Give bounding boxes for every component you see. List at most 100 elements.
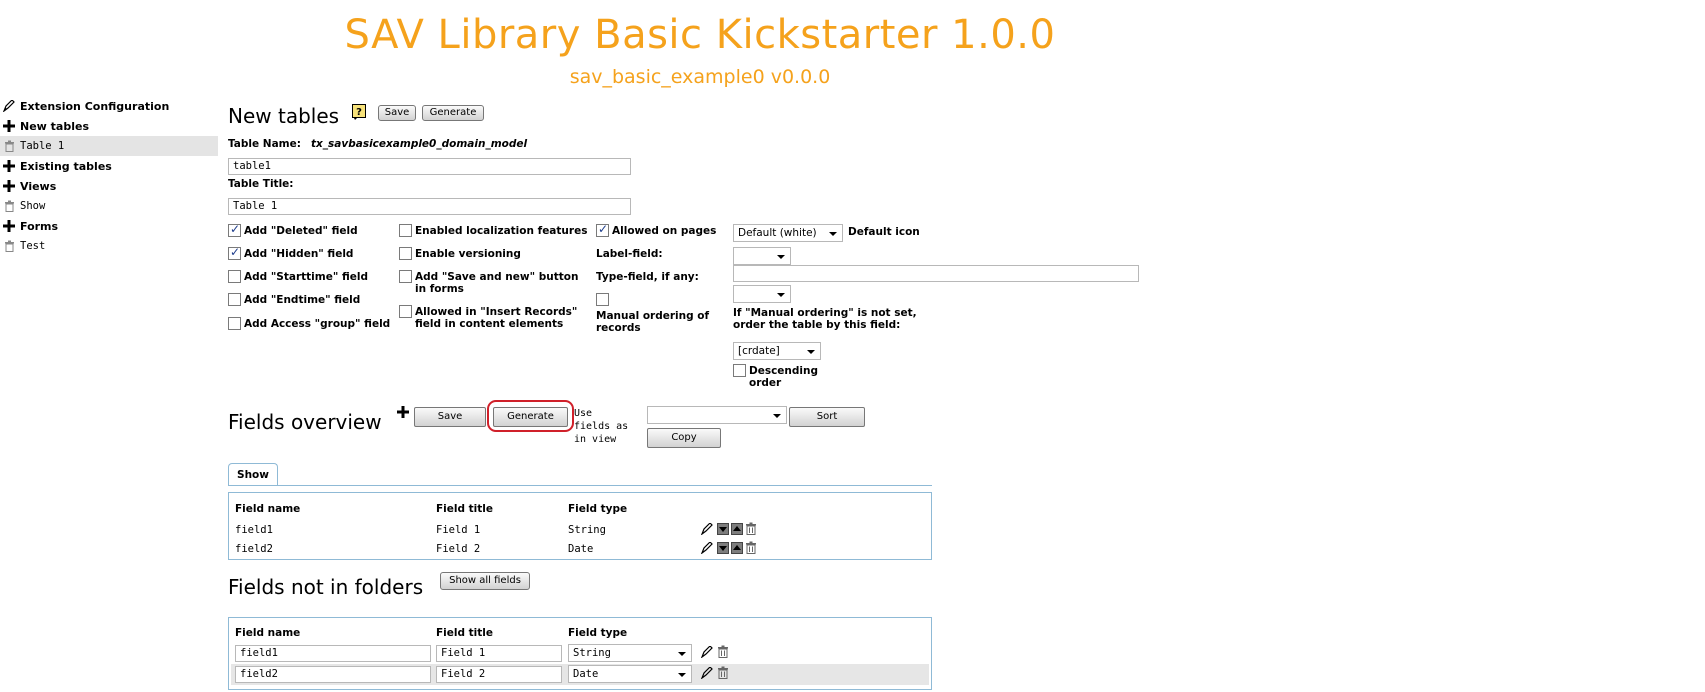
allowed-on-pages-checkbox[interactable] <box>596 222 609 237</box>
endtime-field-checkbox[interactable] <box>228 293 241 306</box>
edit-pen-icon[interactable] <box>700 541 713 555</box>
extension-title: sav_basic_example0 v0.0.0 <box>569 66 831 88</box>
table-name-input[interactable]: table1 <box>228 158 631 175</box>
plus-icon <box>2 159 16 173</box>
sidebar-item-label: Table 1 <box>20 140 65 152</box>
field-name-cell: field1 <box>235 524 273 536</box>
edit-pen-icon[interactable] <box>700 522 713 536</box>
hidden-field-checkbox[interactable] <box>228 245 241 260</box>
field-type-select[interactable]: Date <box>568 665 692 683</box>
deleted-field-label: Add "Deleted" field <box>244 225 358 237</box>
column-header-field-name: Field name <box>235 503 301 515</box>
versioning-label: Enable versioning <box>415 248 521 260</box>
generate-button[interactable]: Generate <box>422 105 484 121</box>
plus-icon <box>2 219 16 233</box>
plus-icon <box>2 179 16 193</box>
app-title: SAV Library Basic Kickstarter 1.0.0 <box>344 12 1056 58</box>
trash-icon <box>2 139 16 153</box>
help-icon[interactable]: ? <box>352 104 368 120</box>
order-field-select[interactable]: [crdate] <box>733 342 821 360</box>
sidebar-item-new-tables[interactable]: New tables <box>0 116 218 136</box>
hidden-field-label: Add "Hidden" field <box>244 248 354 260</box>
fields-generate-button[interactable]: Generate <box>493 407 568 427</box>
deleted-field-checkbox[interactable] <box>228 222 241 237</box>
default-icon-label: Default icon <box>848 226 920 238</box>
copy-button[interactable]: Copy <box>647 428 721 448</box>
sidebar-item-label: Extension Configuration <box>20 99 170 113</box>
move-down-icon[interactable] <box>717 523 729 535</box>
starttime-field-checkbox[interactable] <box>228 270 241 283</box>
sidebar-item-label: New tables <box>20 119 89 133</box>
table-title-input[interactable]: Table 1 <box>228 198 631 215</box>
table-name-label: Table Name: <box>228 138 301 150</box>
trash-icon[interactable] <box>745 522 757 535</box>
field-title-input[interactable]: Field 1 <box>436 645 562 662</box>
trash-icon[interactable] <box>717 666 729 679</box>
field-type-select[interactable]: String <box>568 644 692 662</box>
move-down-icon[interactable] <box>717 542 729 554</box>
trash-icon[interactable] <box>745 541 757 554</box>
field-name-input[interactable]: field1 <box>235 645 431 662</box>
add-field-plus-icon[interactable] <box>397 406 409 418</box>
fields-overview-table: Field name Field title Field type field1… <box>228 492 932 560</box>
field-name-cell: field2 <box>235 543 273 555</box>
type-field-input[interactable] <box>733 265 1139 282</box>
svg-text:?: ? <box>356 107 362 118</box>
use-fields-label: Use fields as in view <box>574 408 629 445</box>
descending-label: Descending order <box>749 365 819 389</box>
column-header-field-type: Field type <box>568 503 628 515</box>
move-up-icon[interactable] <box>731 542 743 554</box>
fields-save-button[interactable]: Save <box>414 407 486 427</box>
sidebar-item-forms[interactable]: Forms <box>0 216 218 236</box>
sidebar-item-label: Views <box>20 179 57 193</box>
field-title-cell: Field 2 <box>436 543 481 555</box>
sidebar-item-extension-configuration[interactable]: Extension Configuration <box>0 96 218 116</box>
label-field-select[interactable] <box>733 247 791 265</box>
fields-not-in-folders-table: Field name Field title Field type field1… <box>228 617 932 690</box>
localization-checkbox[interactable] <box>399 224 412 237</box>
trash-icon <box>2 199 16 213</box>
column-header-field-title: Field title <box>436 503 494 515</box>
sidebar-item-views[interactable]: Views <box>0 176 218 196</box>
fields-not-in-folders-heading: Fields not in folders <box>228 575 424 599</box>
tab-divider <box>228 485 932 486</box>
manual-ordering-checkbox[interactable] <box>596 293 609 306</box>
default-icon-select[interactable]: Default (white) <box>733 224 843 242</box>
sidebar-item-label: Test <box>20 240 46 252</box>
sidebar-item-show[interactable]: Show <box>0 196 218 216</box>
trash-icon <box>2 239 16 253</box>
insert-records-checkbox[interactable] <box>399 305 412 318</box>
field-name-input[interactable]: field2 <box>235 666 431 683</box>
column-header-field-title: Field title <box>436 627 494 639</box>
field-type-cell: Date <box>568 543 594 555</box>
versioning-checkbox[interactable] <box>399 247 412 260</box>
save-and-new-checkbox[interactable] <box>399 270 412 283</box>
tab-show[interactable]: Show <box>228 463 278 485</box>
edit-pen-icon[interactable] <box>700 666 713 680</box>
trash-icon[interactable] <box>717 645 729 658</box>
endtime-field-label: Add "Endtime" field <box>244 294 361 306</box>
save-and-new-label: Add "Save and new" button in forms <box>415 271 579 295</box>
view-select[interactable] <box>647 406 787 424</box>
sidebar-item-label: Show <box>20 200 46 212</box>
sidebar-item-table-1[interactable]: Table 1 <box>0 136 218 156</box>
edit-pen-icon[interactable] <box>700 645 713 659</box>
sidebar-item-test[interactable]: Test <box>0 236 218 256</box>
field-type-cell: String <box>568 524 606 536</box>
label-field-label: Label-field: <box>596 248 663 260</box>
type-field-select[interactable] <box>733 285 791 303</box>
move-up-icon[interactable] <box>731 523 743 535</box>
column-header-field-type: Field type <box>568 627 628 639</box>
save-button[interactable]: Save <box>378 105 416 121</box>
field-title-input[interactable]: Field 2 <box>436 666 562 683</box>
access-group-label: Add Access "group" field <box>244 318 391 330</box>
column-header-field-name: Field name <box>235 627 301 639</box>
sidebar-item-label: Existing tables <box>20 159 112 173</box>
fields-overview-heading: Fields overview <box>228 410 382 434</box>
sidebar-item-existing-tables[interactable]: Existing tables <box>0 156 218 176</box>
access-group-checkbox[interactable] <box>228 317 241 330</box>
descending-checkbox[interactable] <box>733 364 746 377</box>
sort-button[interactable]: Sort <box>789 407 865 427</box>
show-all-fields-button[interactable]: Show all fields <box>440 572 530 590</box>
plus-icon <box>2 119 16 133</box>
